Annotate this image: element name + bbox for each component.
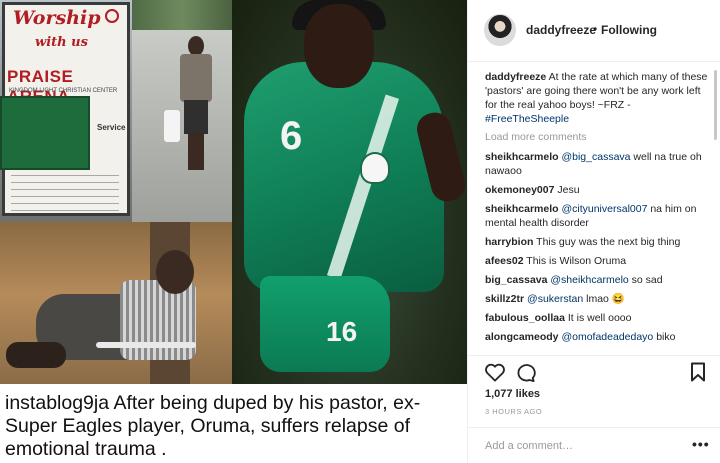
green-panel (0, 96, 90, 170)
green-jersey: 6 (244, 62, 444, 292)
comment-mention[interactable]: @omofadeadedayo (561, 331, 653, 343)
comment-mention[interactable]: @cityuniversal007 (561, 203, 647, 215)
sign-sub: KINGDOM LIGHT CHRISTIAN CENTER (9, 88, 118, 94)
description-username[interactable]: daddyfreeze (485, 71, 546, 83)
comment-item: harrybion This guy was the next big thin… (485, 235, 713, 249)
post-caption: instablog9ja After being duped by his pa… (5, 392, 465, 461)
comment-item: fabulous_oollaa It is well oooo (485, 311, 713, 325)
photo-church-sign: Worship with us PRAISE ARENA KINGDOM LIG… (0, 0, 232, 222)
comment-icon[interactable] (514, 362, 536, 382)
sign-logo (105, 9, 119, 23)
sign-title: Worship (13, 7, 101, 29)
caption-username[interactable]: instablog9ja (5, 392, 109, 414)
post-description: daddyfreeze At the rate at which many of… (485, 70, 713, 126)
jersey-crest (360, 152, 390, 184)
comment-item: sheikhcarmelo @big_cassava well na true … (485, 150, 713, 178)
photo-seated-man (0, 222, 232, 384)
comment-username[interactable]: sheikhcarmelo (485, 203, 559, 215)
comments-list: daddyfreeze At the rate at which many of… (485, 70, 713, 349)
shorts-number: 16 (326, 316, 358, 347)
header-username[interactable]: daddyfreeze (526, 23, 596, 37)
player-shorts: 16 (260, 276, 390, 372)
jersey-number: 6 (280, 114, 303, 158)
header-separator: • (593, 22, 598, 36)
sign-service: Service (97, 123, 126, 132)
comment-item: skillz2tr @sukerstan lmao 😆 (485, 292, 713, 306)
post-timestamp: 3 HOURS AGO (485, 407, 543, 416)
load-more-comments-button[interactable]: Load more comments (485, 130, 713, 144)
comment-text: lmao 😆 (586, 293, 625, 305)
comment-username[interactable]: big_cassava (485, 274, 547, 286)
trees (132, 0, 232, 32)
comment-text: This is Wilson Oruma (526, 255, 627, 267)
comment-item: big_cassava @sheikhcarmelo so sad (485, 273, 713, 287)
add-comment-bar: ••• (468, 427, 720, 463)
comment-text: so sad (631, 274, 663, 286)
sign-with: with us (35, 35, 88, 50)
comment-mention[interactable]: @sheikhcarmelo (550, 274, 628, 286)
comment-item: alongcameody @omofadeadedayo biko (485, 330, 713, 344)
comment-username[interactable]: sheikhcarmelo (485, 151, 559, 163)
comment-username[interactable]: harrybion (485, 236, 533, 248)
more-options-icon[interactable]: ••• (692, 436, 710, 452)
comment-mention[interactable]: @sukerstan (527, 293, 583, 305)
comment-username[interactable]: okemoney007 (485, 184, 554, 196)
bookmark-icon[interactable] (690, 362, 706, 382)
seated-head (156, 250, 194, 294)
post-media: Worship with us PRAISE ARENA KINGDOM LIG… (0, 0, 467, 463)
comment-username[interactable]: afees02 (485, 255, 524, 267)
following-button[interactable]: Following (601, 23, 657, 37)
walking-man (176, 36, 216, 176)
sign-details (11, 175, 119, 211)
comments-scrollbar[interactable] (714, 70, 717, 140)
comment-username[interactable]: fabulous_oollaa (485, 312, 565, 324)
avatar[interactable] (484, 14, 516, 46)
chair (96, 342, 196, 348)
comment-text: biko (656, 331, 676, 343)
comment-username[interactable]: alongcameody (485, 331, 559, 343)
comment-item: sheikhcarmelo @cityuniversal007 na him o… (485, 202, 713, 230)
comment-text: It is well oooo (567, 312, 632, 324)
post-side-panel: daddyfreeze • Following daddyfreeze At t… (467, 0, 720, 463)
comment-text: Jesu (557, 184, 580, 196)
comment-item: afees02 This is Wilson Oruma (485, 254, 713, 268)
comment-username[interactable]: skillz2tr (485, 293, 524, 305)
comment-text: This guy was the next big thing (536, 236, 681, 248)
photo-football-player: 6 16 (232, 0, 467, 384)
action-bar (468, 355, 720, 385)
checked-shirt (120, 280, 196, 360)
hashtag-link[interactable]: #FreeTheSheeple (485, 113, 569, 125)
post-header: daddyfreeze • Following (468, 0, 720, 62)
heart-icon[interactable] (484, 362, 506, 382)
seated-leg (6, 342, 66, 368)
player-head (304, 4, 374, 88)
likes-count[interactable]: 1,077 likes (485, 388, 540, 400)
comment-mention[interactable]: @big_cassava (561, 151, 630, 163)
comment-item: okemoney007 Jesu (485, 183, 713, 197)
add-comment-input[interactable] (485, 437, 675, 455)
